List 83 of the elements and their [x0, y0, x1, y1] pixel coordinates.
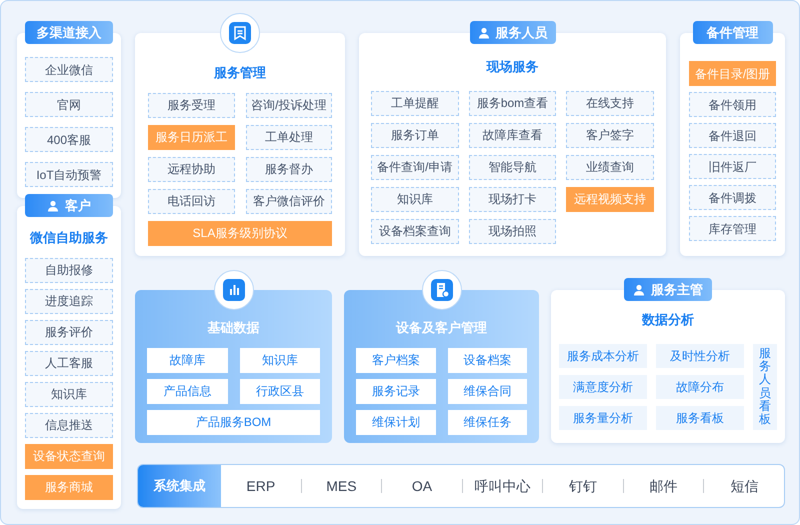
section-tag: 服务主管 [624, 278, 712, 301]
document-icon [422, 270, 462, 310]
feature-item: 产品服务BOM [147, 410, 320, 434]
person-icon [47, 200, 59, 212]
feature-item: 进度追踪 [25, 288, 113, 314]
analysis-item: 满意度分析 [559, 374, 647, 398]
feature-item: 服务记录 [356, 378, 436, 404]
system-name: 邮件 [650, 476, 678, 496]
feature-item: 备件退回 [689, 123, 776, 148]
feature-item: 设备状态查询 [25, 444, 113, 468]
section-title: 现场服务 [485, 58, 540, 76]
feature-item: 工单处理 [246, 124, 332, 150]
feature-item: 服务评价 [25, 320, 113, 344]
feature-item: 服务bom查看 [468, 90, 556, 116]
section-title: 设备及客户管理 [394, 319, 488, 337]
feature-item: 现场拍照 [468, 218, 556, 244]
chart-icon [214, 270, 254, 310]
feature-item: 设备档案 [448, 348, 527, 372]
analysis-item: 及时性分析 [656, 344, 744, 368]
feature-item: 现场打卡 [468, 186, 556, 212]
feature-item: 备件调拨 [689, 185, 776, 210]
section-tag: 服务人员 [470, 21, 556, 44]
feature-item: 400客服 [25, 127, 113, 152]
feature-item: 维保合同 [448, 378, 527, 404]
feature-item: 服务受理 [148, 92, 234, 118]
feature-item: 知识库 [371, 186, 459, 212]
feature-item: 远程视频支持 [566, 186, 654, 212]
analysis-item: 服务成本分析 [559, 344, 647, 368]
section-title: 微信自助服务 [28, 229, 109, 247]
analysis-item: 服务人员看板 [753, 344, 777, 430]
person-icon [633, 284, 645, 296]
feature-item: 备件目录/图册 [689, 61, 776, 86]
feature-item: 旧件返厂 [689, 154, 776, 179]
system-name: ERP [246, 476, 276, 496]
feature-item: 客户档案 [356, 348, 436, 372]
feature-item: IoT自动预警 [25, 162, 113, 187]
system-name: 短信 [730, 476, 758, 496]
section-tag: 备件管理 [692, 21, 772, 44]
feature-item: 行政区县 [240, 378, 320, 404]
feature-item: 企业微信 [25, 57, 113, 82]
analysis-item: 故障分布 [656, 374, 744, 398]
feature-item: 知识库 [25, 382, 113, 406]
feature-item: 知识库 [240, 348, 320, 372]
feature-item: 故障库 [147, 348, 228, 372]
feature-item: 备件查询/申请 [371, 154, 459, 180]
system-name: OA [412, 476, 432, 496]
feature-item: 智能导航 [468, 154, 556, 180]
feature-item: 在线支持 [566, 90, 654, 116]
feature-item: 维保任务 [448, 410, 527, 434]
feature-item: 人工客服 [25, 350, 113, 376]
feature-item: 服务商城 [25, 474, 113, 500]
feature-item: 远程协助 [148, 156, 234, 182]
person-icon [478, 26, 490, 38]
feature-item: 产品信息 [147, 378, 228, 404]
section-title: 基础数据 [206, 319, 260, 337]
feature-item: 信息推送 [25, 412, 113, 438]
feature-item: 官网 [25, 92, 113, 117]
feature-item: 库存管理 [689, 216, 776, 241]
feature-item: 工单提醒 [371, 90, 459, 116]
system-name: 钉钉 [569, 476, 598, 496]
integration-label: 系统集成 [138, 465, 221, 507]
analysis-item: 服务量分析 [559, 406, 647, 430]
feature-item: 服务督办 [246, 156, 332, 182]
feature-item: 自助报修 [25, 258, 113, 282]
feature-item: 服务订单 [371, 122, 459, 148]
section-title: 数据分析 [640, 311, 695, 329]
analysis-item: 服务看板 [656, 406, 744, 430]
section-tag: 客户 [25, 194, 113, 217]
section-tag: 多渠道接入 [25, 21, 113, 44]
feature-item: 咨询/投诉处理 [246, 92, 332, 118]
feature-item: SLA服务级别协议 [148, 220, 332, 246]
feature-item: 备件领用 [689, 92, 776, 117]
section-title: 服务管理 [212, 64, 267, 82]
feature-item: 维保计划 [356, 410, 436, 434]
feature-item: 服务日历派工 [148, 124, 234, 150]
feature-item: 电话回访 [148, 188, 234, 214]
feature-item: 业绩查询 [566, 154, 654, 180]
feature-item: 客户微信评价 [246, 188, 332, 214]
system-name: MES [326, 476, 357, 496]
feature-item: 客户签字 [566, 122, 654, 148]
feature-item: 设备档案查询 [371, 218, 459, 244]
system-name: 呼叫中心 [474, 476, 531, 496]
feature-item: 故障库查看 [468, 122, 556, 148]
